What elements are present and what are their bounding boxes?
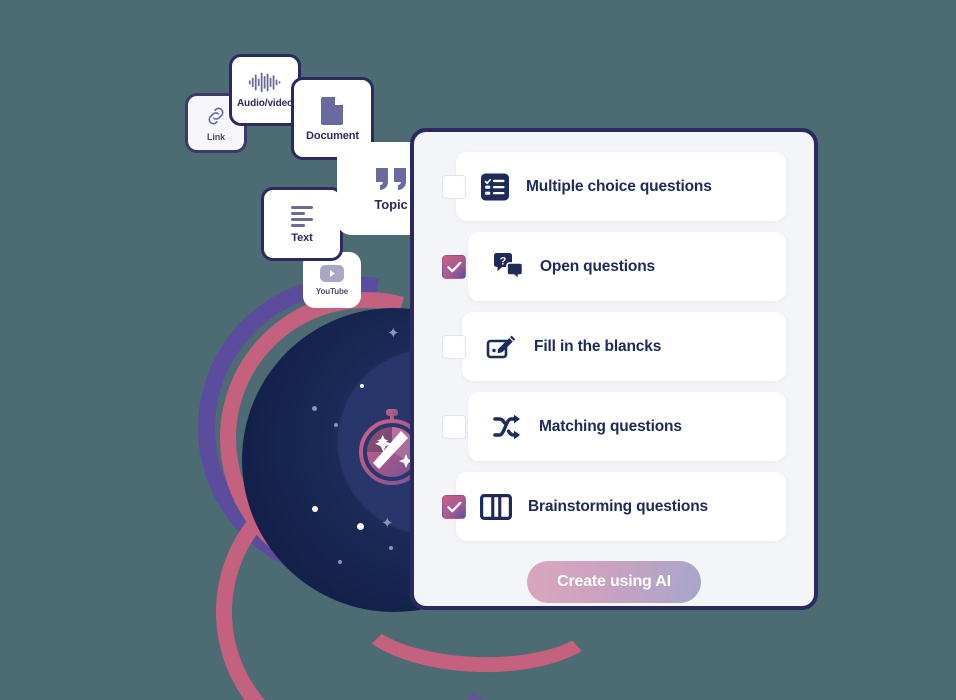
star-dot [357, 523, 364, 530]
card-brainstorming-questions[interactable]: Brainstorming questions [456, 472, 786, 541]
question-type-list: Multiple choice questions ? Open questio… [442, 152, 786, 541]
checkbox-brainstorming-questions[interactable] [442, 494, 466, 519]
text-lines-icon [291, 205, 313, 227]
source-card-label: Link [206, 131, 226, 142]
illustration-stage: ✦ ✦ Link Audio/video Document Text Topic… [0, 0, 956, 700]
youtube-icon [320, 264, 344, 282]
card-label: Brainstorming questions [528, 497, 708, 515]
question-type-row: Multiple choice questions [442, 152, 786, 221]
card-multiple-choice[interactable]: Multiple choice questions [456, 152, 786, 221]
document-icon [320, 97, 343, 125]
shuffle-arrows-icon [493, 414, 520, 439]
speech-bubbles-question-icon: ? [494, 252, 524, 281]
card-label: Fill in the blancks [534, 337, 662, 355]
chain-link-icon [208, 107, 224, 124]
cta-container: Create using AI [442, 561, 786, 603]
star-dot [360, 384, 364, 388]
check-icon [446, 261, 461, 272]
star-dot [334, 423, 338, 427]
question-type-row: Brainstorming questions [442, 472, 786, 541]
check-icon [446, 501, 461, 512]
star-dot [338, 560, 342, 564]
star-dot [389, 546, 393, 550]
card-open-questions[interactable]: ? Open questions [468, 232, 786, 301]
svg-text:?: ? [500, 255, 507, 267]
card-label: Open questions [540, 257, 656, 275]
source-card-label: YouTube [315, 286, 349, 296]
star-sparkle: ✦ [381, 515, 394, 532]
source-card-text[interactable]: Text [261, 187, 343, 261]
card-label: Multiple choice questions [526, 177, 712, 195]
checklist-icon [481, 173, 509, 200]
quote-marks-icon [376, 167, 406, 190]
columns-board-icon [480, 493, 512, 520]
question-type-row: Fill in the blancks [442, 312, 786, 381]
question-type-row: ? Open questions [442, 232, 786, 301]
pencil-edit-box-icon [486, 335, 516, 358]
star-sparkle: ✦ [387, 325, 400, 342]
source-card-label: Topic [374, 196, 408, 212]
question-types-panel: Multiple choice questions ? Open questio… [410, 128, 818, 610]
source-card-label: Text [291, 231, 313, 244]
source-card-label: Audio/video [236, 98, 294, 109]
card-label: Matching questions [539, 417, 682, 435]
star-dot [312, 406, 317, 411]
checkbox-open-questions[interactable] [442, 254, 466, 279]
card-fill-in-the-blancks[interactable]: Fill in the blancks [462, 312, 786, 381]
waveform-icon [248, 72, 281, 93]
star-dot [312, 506, 318, 512]
question-type-row: Matching questions [442, 392, 786, 461]
card-matching-questions[interactable]: Matching questions [468, 392, 786, 461]
checkbox-matching-questions[interactable] [442, 414, 466, 439]
create-using-ai-button[interactable]: Create using AI [527, 561, 701, 603]
checkbox-fill-in-the-blancks[interactable] [442, 334, 466, 359]
source-card-label: Document [306, 130, 359, 142]
checkbox-multiple-choice[interactable] [442, 174, 466, 199]
